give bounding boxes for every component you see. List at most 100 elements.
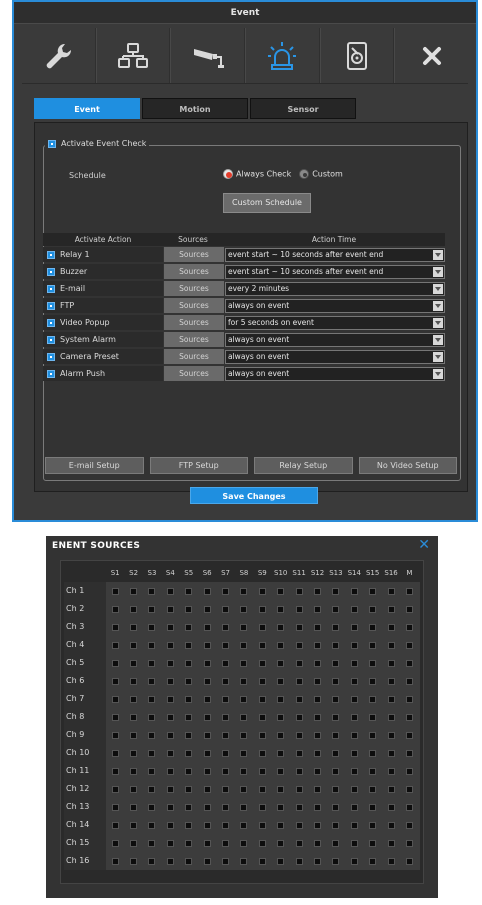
- source-checkbox[interactable]: [185, 785, 193, 793]
- source-checkbox[interactable]: [185, 821, 193, 829]
- source-checkbox[interactable]: [130, 641, 138, 649]
- source-checkbox[interactable]: [313, 803, 321, 811]
- source-checkbox[interactable]: [130, 605, 138, 613]
- source-checkbox[interactable]: [277, 839, 285, 847]
- source-checkbox[interactable]: [111, 767, 119, 775]
- source-checkbox[interactable]: [369, 785, 377, 793]
- action-name[interactable]: FTP: [43, 298, 163, 313]
- source-checkbox[interactable]: [405, 623, 413, 631]
- source-checkbox[interactable]: [203, 857, 211, 865]
- source-checkbox[interactable]: [185, 587, 193, 595]
- source-checkbox[interactable]: [222, 605, 230, 613]
- source-checkbox[interactable]: [277, 821, 285, 829]
- source-checkbox[interactable]: [258, 623, 266, 631]
- source-checkbox[interactable]: [313, 821, 321, 829]
- action-checkbox[interactable]: [47, 369, 55, 378]
- source-checkbox[interactable]: [185, 767, 193, 775]
- source-checkbox[interactable]: [130, 749, 138, 757]
- source-checkbox[interactable]: [350, 605, 358, 613]
- source-checkbox[interactable]: [240, 605, 248, 613]
- source-checkbox[interactable]: [332, 677, 340, 685]
- source-checkbox[interactable]: [111, 605, 119, 613]
- source-checkbox[interactable]: [350, 803, 358, 811]
- source-checkbox[interactable]: [203, 803, 211, 811]
- source-checkbox[interactable]: [203, 731, 211, 739]
- source-checkbox[interactable]: [111, 677, 119, 685]
- source-checkbox[interactable]: [203, 785, 211, 793]
- action-name[interactable]: Alarm Push: [43, 366, 163, 381]
- source-checkbox[interactable]: [222, 803, 230, 811]
- source-checkbox[interactable]: [203, 839, 211, 847]
- source-checkbox[interactable]: [222, 839, 230, 847]
- source-checkbox[interactable]: [350, 695, 358, 703]
- sources-button[interactable]: Sources: [164, 247, 224, 262]
- source-checkbox[interactable]: [277, 587, 285, 595]
- source-checkbox[interactable]: [203, 641, 211, 649]
- source-checkbox[interactable]: [185, 839, 193, 847]
- action-checkbox[interactable]: [47, 318, 55, 327]
- source-checkbox[interactable]: [387, 767, 395, 775]
- source-checkbox[interactable]: [222, 695, 230, 703]
- source-checkbox[interactable]: [166, 767, 174, 775]
- activate-checkbox[interactable]: [48, 139, 56, 148]
- dropdown-arrow-icon[interactable]: [433, 317, 443, 328]
- source-checkbox[interactable]: [277, 695, 285, 703]
- source-checkbox[interactable]: [313, 695, 321, 703]
- source-checkbox[interactable]: [185, 659, 193, 667]
- source-checkbox[interactable]: [332, 803, 340, 811]
- dropdown-arrow-icon[interactable]: [433, 249, 443, 260]
- source-checkbox[interactable]: [313, 623, 321, 631]
- source-checkbox[interactable]: [369, 803, 377, 811]
- source-checkbox[interactable]: [295, 857, 303, 865]
- source-checkbox[interactable]: [387, 857, 395, 865]
- source-checkbox[interactable]: [387, 695, 395, 703]
- dropdown-arrow-icon[interactable]: [433, 300, 443, 311]
- source-checkbox[interactable]: [148, 605, 156, 613]
- source-checkbox[interactable]: [240, 767, 248, 775]
- source-checkbox[interactable]: [369, 821, 377, 829]
- source-checkbox[interactable]: [258, 677, 266, 685]
- source-checkbox[interactable]: [130, 857, 138, 865]
- source-checkbox[interactable]: [387, 713, 395, 721]
- source-checkbox[interactable]: [203, 587, 211, 595]
- action-time-select[interactable]: always on event: [225, 366, 445, 381]
- source-checkbox[interactable]: [313, 677, 321, 685]
- source-checkbox[interactable]: [166, 821, 174, 829]
- source-checkbox[interactable]: [332, 695, 340, 703]
- source-checkbox[interactable]: [277, 785, 285, 793]
- source-checkbox[interactable]: [350, 623, 358, 631]
- source-checkbox[interactable]: [387, 623, 395, 631]
- action-name[interactable]: System Alarm: [43, 332, 163, 347]
- source-checkbox[interactable]: [258, 587, 266, 595]
- source-checkbox[interactable]: [369, 767, 377, 775]
- custom-schedule-button[interactable]: Custom Schedule: [223, 193, 311, 213]
- action-name[interactable]: E-mail: [43, 281, 163, 296]
- tool-network-button[interactable]: [95, 28, 171, 83]
- source-checkbox[interactable]: [295, 641, 303, 649]
- source-checkbox[interactable]: [332, 785, 340, 793]
- sources-button[interactable]: Sources: [164, 298, 224, 313]
- source-checkbox[interactable]: [130, 677, 138, 685]
- source-checkbox[interactable]: [369, 695, 377, 703]
- tool-event-button[interactable]: [245, 28, 320, 83]
- source-checkbox[interactable]: [203, 677, 211, 685]
- close-icon[interactable]: ✕: [418, 538, 430, 552]
- source-checkbox[interactable]: [350, 821, 358, 829]
- source-checkbox[interactable]: [111, 785, 119, 793]
- source-checkbox[interactable]: [258, 785, 266, 793]
- source-checkbox[interactable]: [148, 695, 156, 703]
- source-checkbox[interactable]: [258, 731, 266, 739]
- source-checkbox[interactable]: [148, 677, 156, 685]
- source-checkbox[interactable]: [350, 731, 358, 739]
- source-checkbox[interactable]: [369, 749, 377, 757]
- source-checkbox[interactable]: [277, 749, 285, 757]
- source-checkbox[interactable]: [222, 785, 230, 793]
- source-checkbox[interactable]: [203, 695, 211, 703]
- sources-button[interactable]: Sources: [164, 315, 224, 330]
- source-checkbox[interactable]: [240, 623, 248, 631]
- source-checkbox[interactable]: [332, 749, 340, 757]
- tab-event[interactable]: Event: [34, 98, 140, 119]
- source-checkbox[interactable]: [313, 857, 321, 865]
- source-checkbox[interactable]: [369, 713, 377, 721]
- source-checkbox[interactable]: [222, 749, 230, 757]
